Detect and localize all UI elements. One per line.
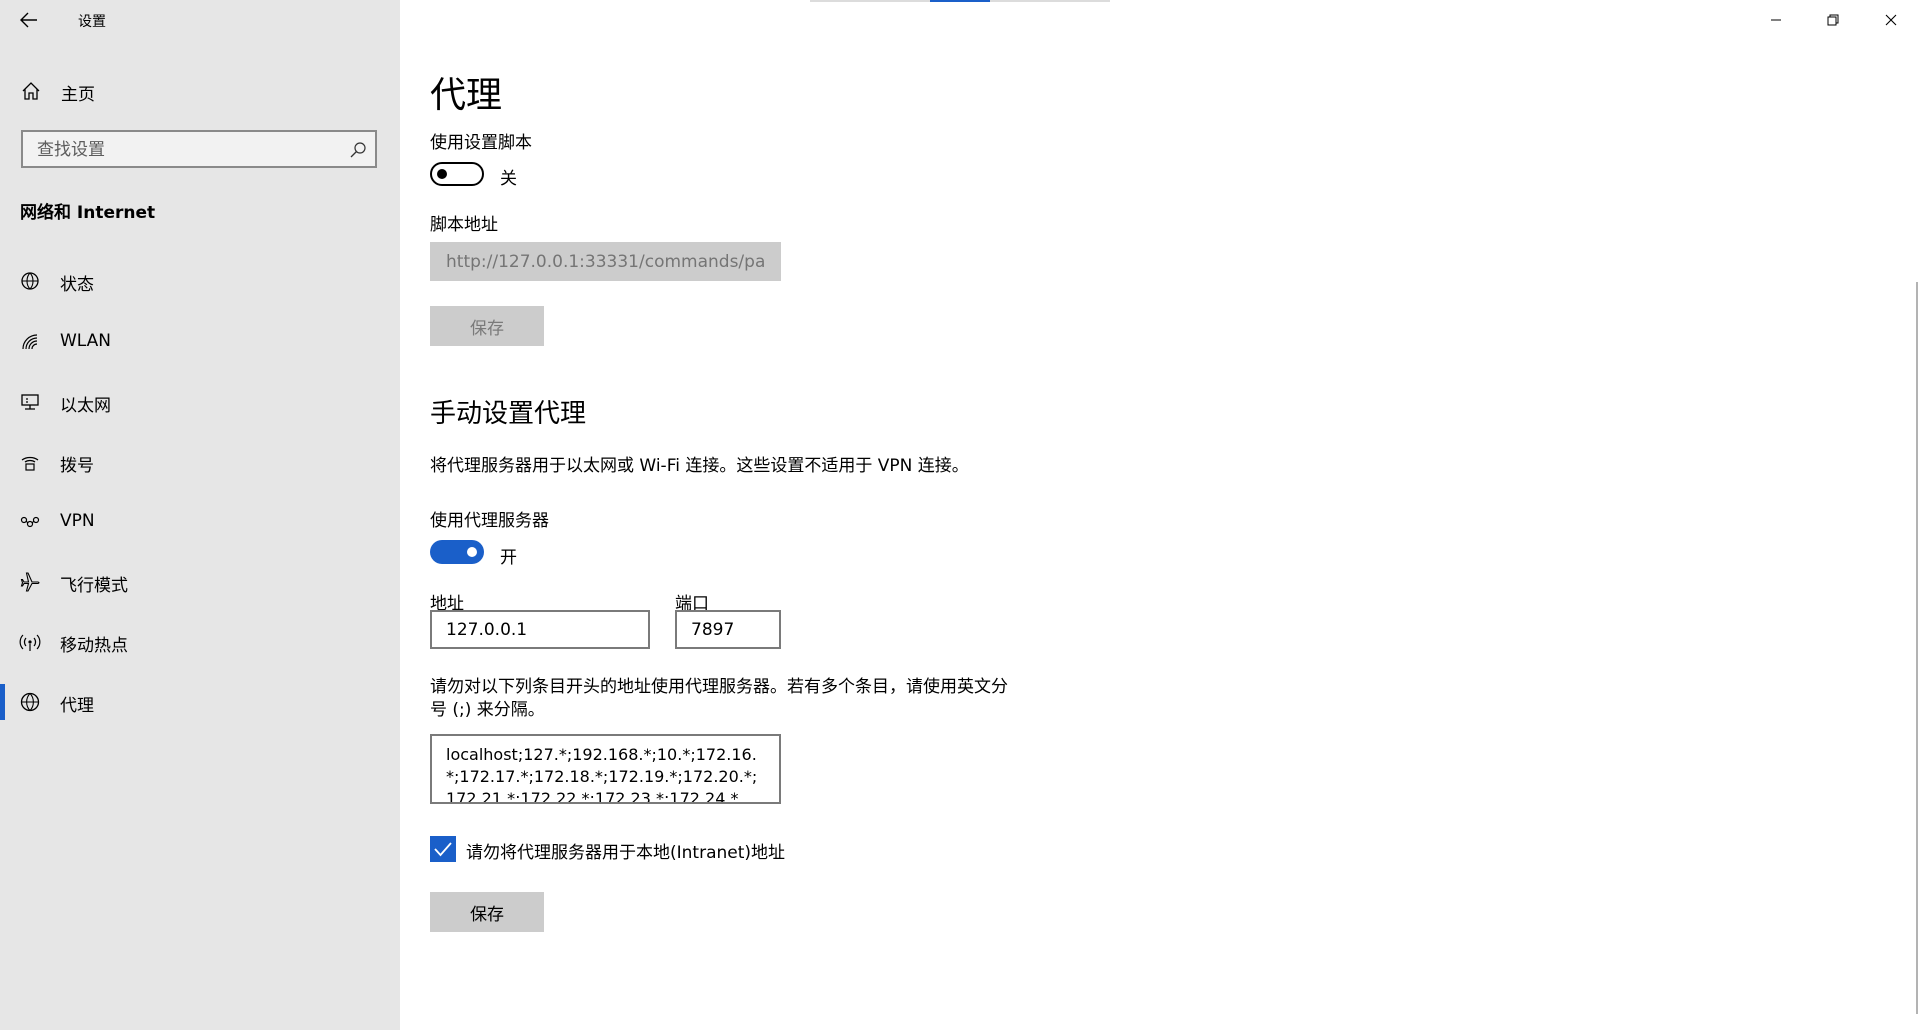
page-title: 代理 xyxy=(430,75,503,116)
dialup-icon xyxy=(21,456,39,471)
sidebar-item-label: WLAN xyxy=(60,331,112,351)
exceptions-description: 请勿对以下列条目开头的地址使用代理服务器。若有多个条目，请使用英文分号 (;) … xyxy=(430,677,1008,720)
search-icon[interactable] xyxy=(349,141,367,159)
script-address-input[interactable] xyxy=(430,242,781,281)
section-title: 网络和 Internet xyxy=(20,203,156,223)
script-save-button[interactable]: 保存 xyxy=(430,306,544,346)
bypass-local-label: 请勿将代理服务器用于本地(Intranet)地址 xyxy=(466,843,786,863)
sidebar-item-ethernet[interactable]: 以太网 xyxy=(0,387,400,417)
wifi-icon xyxy=(22,334,38,350)
sidebar-item-mobile-hotspot[interactable]: 移动热点 xyxy=(0,627,400,657)
minimize-icon xyxy=(1771,19,1781,21)
bypass-local-checkbox[interactable] xyxy=(430,836,456,862)
sidebar-item-label: 拨号 xyxy=(60,456,94,476)
sidebar-item-label: 主页 xyxy=(61,85,95,105)
sidebar-item-label: 以太网 xyxy=(60,396,111,416)
ethernet-icon xyxy=(21,394,39,410)
setup-script-toggle[interactable] xyxy=(430,162,484,186)
exceptions-textarea[interactable]: localhost;127.*;192.168.*;10.*;172.16.*;… xyxy=(430,734,781,804)
sidebar-item-airplane-mode[interactable]: 飞行模式 xyxy=(0,567,400,597)
app-title: 设置 xyxy=(78,14,106,30)
back-arrow-icon xyxy=(20,12,37,28)
vpn-icon xyxy=(20,516,40,528)
setup-script-label: 使用设置脚本 xyxy=(430,133,532,153)
setup-script-toggle-state: 关 xyxy=(500,169,517,189)
back-button[interactable] xyxy=(17,9,41,31)
sidebar-item-label: 代理 xyxy=(60,696,94,716)
scrollbar[interactable] xyxy=(1916,282,1918,1014)
hotspot-icon xyxy=(19,634,41,651)
sidebar-item-label: 移动热点 xyxy=(60,636,128,656)
sidebar-item-dialup[interactable]: 拨号 xyxy=(0,447,400,477)
manual-proxy-description: 将代理服务器用于以太网或 Wi-Fi 连接。这些设置不适用于 VPN 连接。 xyxy=(430,456,969,476)
globe-icon xyxy=(20,692,40,712)
title-bar: 设置 xyxy=(0,0,400,40)
use-proxy-toggle[interactable] xyxy=(430,540,484,564)
manual-proxy-heading: 手动设置代理 xyxy=(430,399,587,429)
restore-button[interactable] xyxy=(1821,8,1845,32)
search-box[interactable] xyxy=(21,130,377,168)
checkmark-icon xyxy=(434,842,452,857)
close-button[interactable] xyxy=(1879,8,1903,32)
sidebar-item-label: VPN xyxy=(60,511,95,531)
manual-save-button[interactable]: 保存 xyxy=(430,892,544,932)
use-proxy-label: 使用代理服务器 xyxy=(430,511,549,531)
proxy-address-input[interactable] xyxy=(430,610,650,649)
close-icon xyxy=(1885,14,1897,26)
sidebar-item-label: 状态 xyxy=(60,275,94,295)
script-address-label: 脚本地址 xyxy=(430,215,498,235)
minimize-button[interactable] xyxy=(1764,8,1788,32)
sidebar: 设置 主页 网络和 Internet 状态 WLAN 以太网 xyxy=(0,0,400,1030)
airplane-icon xyxy=(20,572,40,592)
sidebar-item-wlan[interactable]: WLAN xyxy=(0,327,400,357)
globe-status-icon xyxy=(21,272,39,290)
use-proxy-toggle-state: 开 xyxy=(500,548,517,568)
active-indicator xyxy=(0,684,5,720)
loading-indicator xyxy=(810,0,1110,2)
sidebar-item-vpn[interactable]: VPN xyxy=(0,507,400,537)
sidebar-item-proxy[interactable]: 代理 xyxy=(0,684,400,720)
sidebar-item-label: 飞行模式 xyxy=(60,576,128,596)
sidebar-item-status[interactable]: 状态 xyxy=(0,266,400,296)
sidebar-item-home[interactable]: 主页 xyxy=(0,78,400,105)
restore-icon xyxy=(1827,14,1839,26)
search-input[interactable] xyxy=(35,138,339,162)
home-icon xyxy=(22,82,40,100)
proxy-port-input[interactable] xyxy=(675,610,781,649)
